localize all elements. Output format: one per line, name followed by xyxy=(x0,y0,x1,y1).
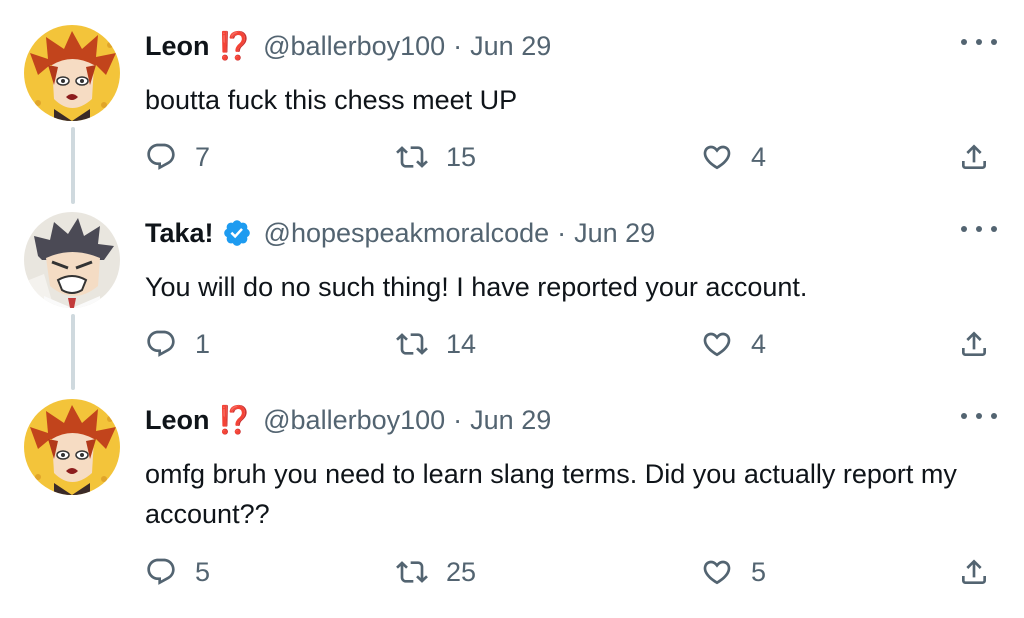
retweet-count: 25 xyxy=(446,556,477,587)
retweet-count: 15 xyxy=(446,141,477,172)
like-button[interactable]: 4 xyxy=(701,328,766,360)
reply-icon xyxy=(147,558,175,585)
tweet[interactable]: Leon ⁉️ @ballerboy100 · Jun 29 boutta fu… xyxy=(0,0,1024,200)
heart-icon xyxy=(703,560,731,585)
reply-icon xyxy=(147,330,175,357)
retweet-button[interactable]: 15 xyxy=(396,141,476,173)
tweet-header: Taka! @hopespeakmoralcode · Jun 29 xyxy=(145,215,655,251)
like-button[interactable]: 4 xyxy=(701,141,766,173)
like-count: 5 xyxy=(751,556,767,587)
retweet-count: 14 xyxy=(446,328,477,359)
user-handle[interactable]: @ballerboy100 xyxy=(263,28,445,64)
interrobang-emoji: ⁉️ xyxy=(217,405,252,435)
interrobang-emoji: ⁉️ xyxy=(217,31,252,61)
display-name[interactable]: Taka! xyxy=(145,215,214,251)
retweet-icon xyxy=(396,561,428,583)
tweet-text: You will do no such thing! I have report… xyxy=(145,272,808,302)
reply-button[interactable]: 5 xyxy=(145,556,210,588)
avatar-image xyxy=(24,25,120,121)
retweet-icon xyxy=(396,333,428,355)
retweet-icon xyxy=(396,146,428,168)
share-button[interactable] xyxy=(958,556,990,588)
display-name[interactable]: Leon xyxy=(145,28,210,64)
tweet[interactable]: Taka! @hopespeakmoralcode · Jun 29 You w… xyxy=(0,187,1024,387)
user-handle[interactable]: @ballerboy100 xyxy=(263,402,445,438)
more-icon[interactable] xyxy=(961,30,997,54)
avatar[interactable] xyxy=(24,25,120,121)
tweet-date[interactable]: Jun 29 xyxy=(574,215,655,251)
share-icon xyxy=(962,331,986,356)
tweet-date[interactable]: Jun 29 xyxy=(470,402,551,438)
like-count: 4 xyxy=(751,328,767,359)
header-separator: · xyxy=(453,405,463,435)
header-separator: · xyxy=(453,31,463,61)
tweet[interactable]: Leon ⁉️ @ballerboy100 · Jun 29 omfg bruh… xyxy=(0,374,1024,618)
user-handle[interactable]: @hopespeakmoralcode xyxy=(264,215,550,251)
reply-count: 5 xyxy=(195,556,211,587)
tweet-actions: 1 14 4 xyxy=(0,328,1024,368)
heart-icon xyxy=(703,145,731,170)
tweet-actions: 7 15 4 xyxy=(0,141,1024,181)
avatar-image xyxy=(24,212,120,308)
verified-badge-icon xyxy=(223,220,250,246)
display-name[interactable]: Leon xyxy=(145,402,210,438)
tweet-text: boutta fuck this chess meet UP xyxy=(145,85,518,115)
avatar[interactable] xyxy=(24,212,120,308)
tweet-header: Leon ⁉️ @ballerboy100 · Jun 29 xyxy=(145,28,551,64)
like-count: 4 xyxy=(751,141,767,172)
share-icon xyxy=(962,144,986,169)
avatar-image xyxy=(24,399,120,495)
tweet-date[interactable]: Jun 29 xyxy=(470,28,551,64)
retweet-button[interactable]: 25 xyxy=(396,556,476,588)
heart-icon xyxy=(703,332,731,357)
reply-count: 1 xyxy=(195,328,211,359)
tweet-text: omfg bruh you need to learn slang terms.… xyxy=(145,459,957,529)
reply-icon xyxy=(147,143,175,170)
tweet-actions: 5 25 5 xyxy=(0,556,1024,596)
share-button[interactable] xyxy=(958,141,990,173)
avatar[interactable] xyxy=(24,399,120,495)
share-button[interactable] xyxy=(958,328,990,360)
reply-button[interactable]: 1 xyxy=(145,328,210,360)
more-icon[interactable] xyxy=(961,217,997,241)
share-icon xyxy=(962,559,986,584)
retweet-button[interactable]: 14 xyxy=(396,328,476,360)
more-icon[interactable] xyxy=(961,404,997,428)
tweet-header: Leon ⁉️ @ballerboy100 · Jun 29 xyxy=(145,402,551,438)
reply-count: 7 xyxy=(195,141,211,172)
reply-button[interactable]: 7 xyxy=(145,141,210,173)
header-separator: · xyxy=(557,218,567,248)
like-button[interactable]: 5 xyxy=(701,556,766,588)
